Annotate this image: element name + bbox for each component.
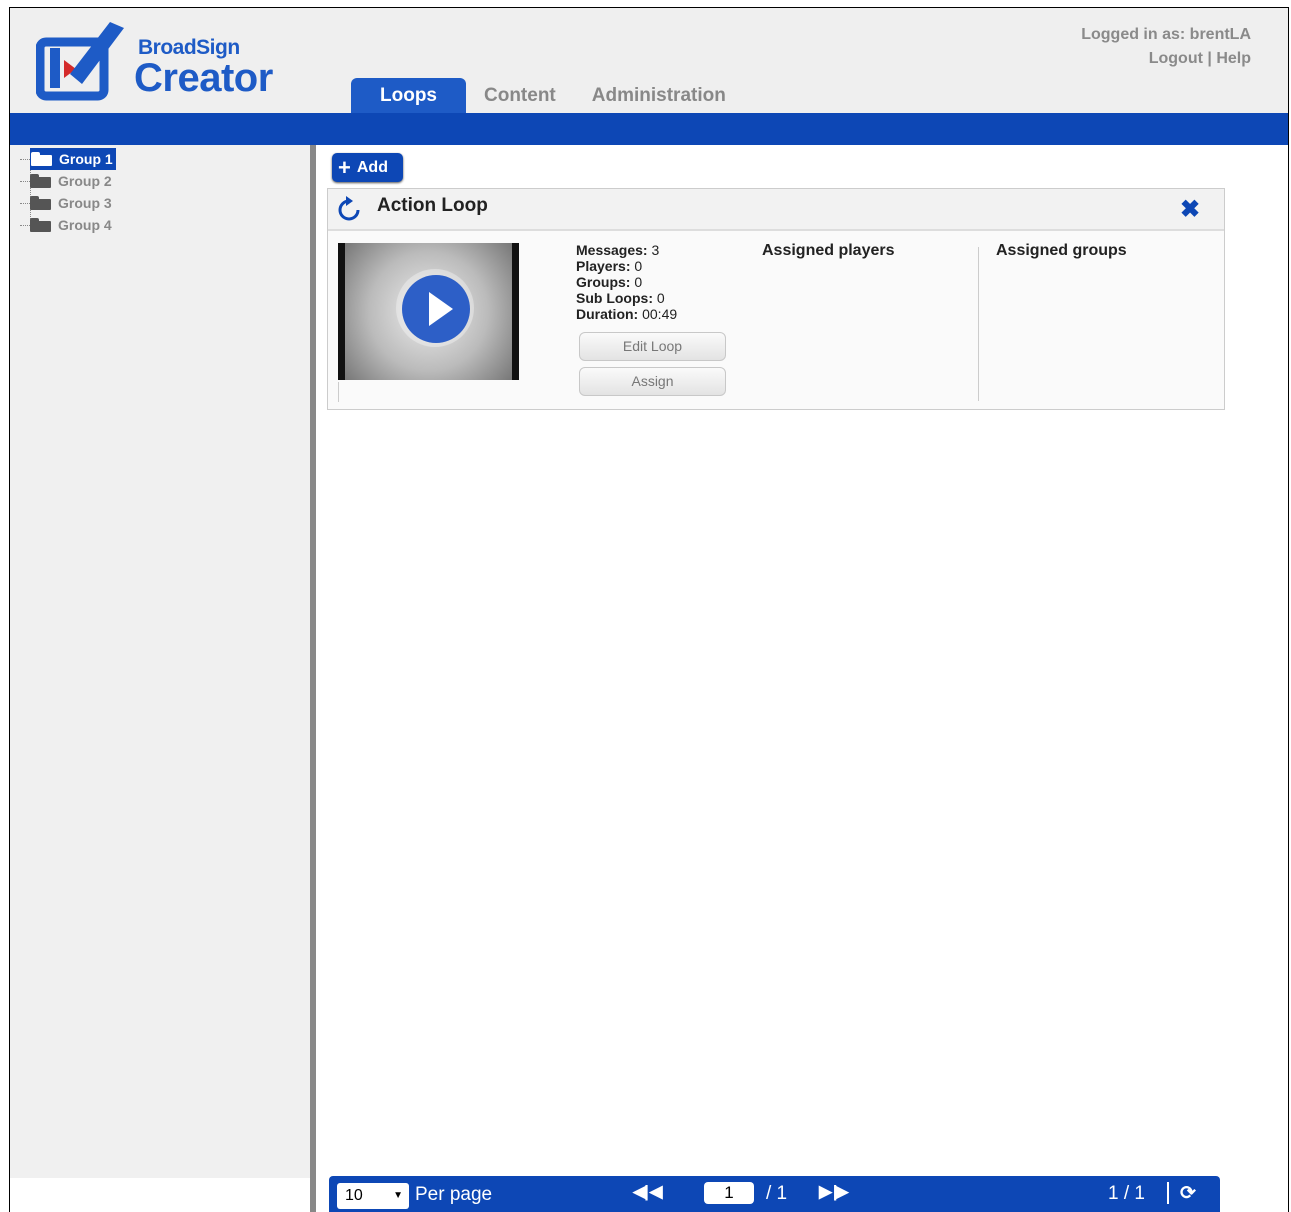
per-page-value: 10 [345, 1187, 363, 1204]
pagination-bar: 10 ▼ Per page ◀| ◀ 1 / 1 ▶ |▶ 1 / 1 ⟳ [329, 1176, 1220, 1212]
sidebar-splitter[interactable] [310, 145, 316, 1212]
logo: BroadSign Creator [36, 22, 296, 102]
first-prev-page-icon[interactable]: ◀| ◀ [633, 1182, 663, 1202]
group-tree: Group 1 Group 2 Group 3 Group 4 [20, 148, 116, 236]
plus-icon: + [338, 154, 351, 180]
app-window: BroadSign Creator Logged in as: brentLA … [9, 7, 1289, 1212]
players-value: 0 [634, 258, 643, 274]
duration-value: 00:49 [642, 306, 678, 322]
tree-item-group-4[interactable]: Group 4 [20, 214, 116, 236]
tab-content[interactable]: Content [466, 78, 574, 113]
tab-loops[interactable]: Loops [351, 78, 466, 113]
duration-label: Duration: [576, 306, 639, 322]
group-sidebar: Group 1 Group 2 Group 3 Group 4 [10, 145, 310, 1178]
per-page-label: Per page [415, 1184, 493, 1205]
refresh-icon[interactable]: ⟳ [1180, 1182, 1196, 1205]
add-loop-button[interactable]: + Add [332, 153, 403, 182]
column-divider [978, 247, 979, 401]
assigned-players-heading: Assigned players [762, 242, 895, 259]
messages-value: 3 [651, 242, 660, 258]
edit-loop-button[interactable]: Edit Loop [579, 332, 726, 361]
play-triangle [429, 292, 453, 326]
folder-icon [30, 218, 51, 232]
tree-item-label: Group 1 [59, 151, 113, 167]
loop-title: Action Loop [377, 195, 488, 216]
broadsign-logo-icon [36, 22, 124, 101]
folder-icon [30, 174, 51, 188]
brand-name-creator: Creator [134, 56, 273, 100]
delete-loop-icon[interactable]: ✖ [1180, 195, 1200, 224]
messages-label: Messages: [576, 242, 648, 258]
main-tabs: Loops Content Administration [351, 78, 744, 113]
logout-link[interactable]: Logout [1149, 50, 1203, 67]
tree-item-label: Group 2 [58, 173, 112, 189]
loop-card: Action Loop ✖ Messages: 3 Players: 0 Gro… [327, 188, 1225, 410]
folder-icon [30, 196, 51, 210]
tree-item-group-1[interactable]: Group 1 [20, 148, 116, 170]
dropdown-caret-icon: ▼ [393, 1190, 403, 1201]
per-page-select[interactable]: 10 ▼ [337, 1183, 409, 1209]
loop-stats: Messages: 3 Players: 0 Groups: 0 Sub Loo… [576, 242, 677, 322]
assign-button[interactable]: Assign [579, 367, 726, 396]
add-button-label: Add [356, 158, 388, 176]
players-label: Players: [576, 258, 631, 274]
loop-refresh-icon [338, 196, 360, 221]
next-last-page-icon[interactable]: ▶ |▶ [819, 1182, 849, 1202]
help-link[interactable]: Help [1216, 50, 1251, 67]
pager-divider [1167, 1182, 1169, 1204]
subloops-label: Sub Loops: [576, 290, 653, 306]
assigned-groups-heading: Assigned groups [996, 242, 1127, 259]
groups-label: Groups: [576, 274, 631, 290]
page-number-input[interactable]: 1 [704, 1182, 754, 1204]
logged-in-label: Logged in as: brentLA [1081, 26, 1251, 43]
tab-administration[interactable]: Administration [574, 78, 744, 113]
loop-card-header: Action Loop ✖ [328, 189, 1224, 231]
header-bar [10, 113, 1288, 145]
tree-item-label: Group 3 [58, 195, 112, 211]
link-separator: | [1207, 50, 1212, 67]
folder-open-icon [31, 152, 52, 166]
user-info: Logged in as: brentLA Logout | Help [1081, 23, 1251, 71]
tree-item-group-3[interactable]: Group 3 [20, 192, 116, 214]
subloops-value: 0 [656, 290, 665, 306]
page-count: 1 / 1 [1108, 1183, 1145, 1204]
groups-value: 0 [634, 274, 643, 290]
total-pages: / 1 [766, 1183, 788, 1204]
app-header: BroadSign Creator Logged in as: brentLA … [10, 8, 1288, 113]
loop-thumbnail[interactable] [338, 243, 519, 380]
tree-item-label: Group 4 [58, 217, 112, 233]
tree-item-group-2[interactable]: Group 2 [20, 170, 116, 192]
